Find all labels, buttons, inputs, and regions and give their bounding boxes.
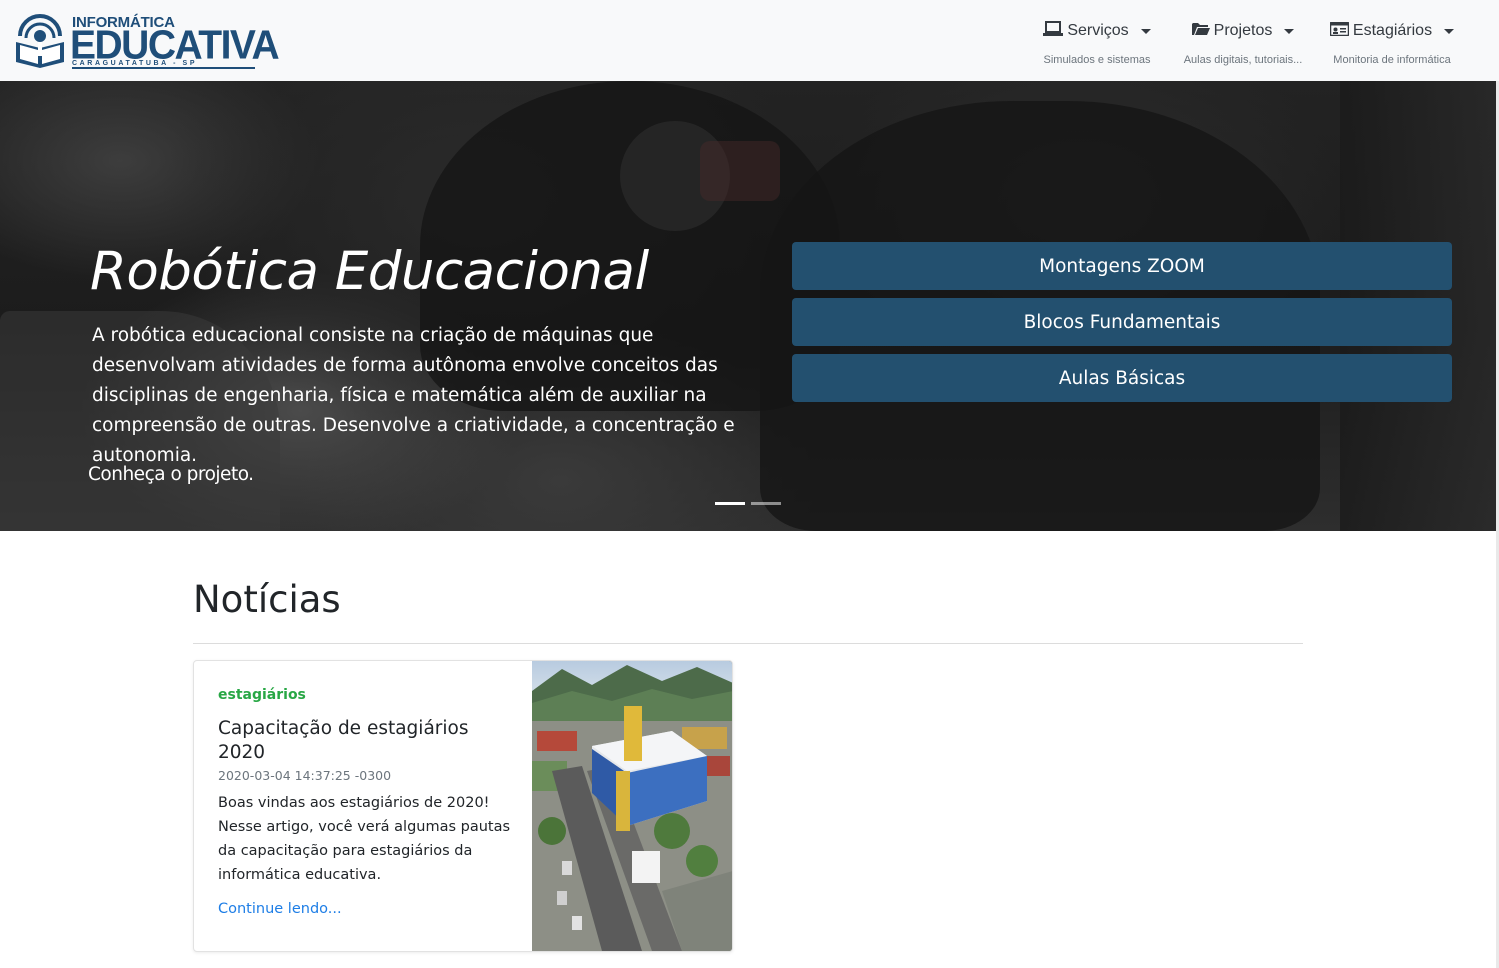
nav-item-estagiarios: Estagiários Monitoria de informática bbox=[1324, 18, 1460, 66]
nav-subtitle-servicos: Simulados e sistemas bbox=[1043, 54, 1151, 66]
nav-label-servicos: Serviços bbox=[1067, 22, 1129, 39]
montagens-zoom-button[interactable]: Montagens ZOOM bbox=[792, 242, 1452, 290]
blocos-fundamentais-button[interactable]: Blocos Fundamentais bbox=[792, 298, 1452, 346]
nav-item-projetos: Projetos Aulas digitais, tutoriais... bbox=[1176, 18, 1310, 66]
news-card-excerpt: Boas vindas aos estagiários de 2020! Nes… bbox=[218, 795, 511, 883]
nav-item-servicos: Serviços Simulados e sistemas bbox=[1038, 18, 1156, 66]
id-card-icon bbox=[1329, 21, 1350, 41]
news-heading: Notícias bbox=[193, 578, 341, 621]
navbar: INFORMÁTICA EDUCATIVA CARAGUATATUBA - SP… bbox=[0, 0, 1499, 81]
nav-subtitle-estagiarios: Monitoria de informática bbox=[1333, 54, 1451, 66]
news-card-body: estagiários Capacitação de estagiários 2… bbox=[218, 687, 518, 917]
news-card-date: 2020-03-04 14:37:25 -0300 bbox=[218, 768, 392, 783]
nav-dropdown-projetos[interactable]: Projetos bbox=[1176, 18, 1310, 44]
logo-sub-text: CARAGUATATUBA - SP bbox=[72, 60, 198, 67]
news-card-image[interactable] bbox=[532, 661, 732, 951]
news-card-category: estagiários bbox=[218, 687, 306, 703]
news-card-title: Capacitação de estagiários 2020 bbox=[218, 718, 469, 763]
aulas-basicas-button[interactable]: Aulas Básicas bbox=[792, 354, 1452, 402]
carousel-indicator-2[interactable] bbox=[751, 502, 781, 505]
continue-reading-link[interactable]: Continue lendo... bbox=[218, 901, 342, 917]
laptop-icon bbox=[1043, 20, 1064, 42]
caret-down-icon bbox=[1444, 28, 1455, 34]
nav-dropdown-estagiarios[interactable]: Estagiários bbox=[1324, 18, 1460, 44]
carousel-indicator-1[interactable] bbox=[715, 502, 745, 505]
logo-underline bbox=[72, 67, 255, 69]
nav-dropdown-servicos[interactable]: Serviços bbox=[1038, 18, 1156, 44]
caret-down-icon bbox=[1284, 28, 1295, 34]
hero-description: A robótica educacional consiste na criaç… bbox=[92, 325, 735, 466]
nav-label-estagiarios: Estagiários bbox=[1352, 22, 1433, 39]
site-logo[interactable]: INFORMÁTICA EDUCATIVA CARAGUATATUBA - SP bbox=[12, 10, 280, 70]
nav-subtitle-projetos: Aulas digitais, tutoriais... bbox=[1183, 54, 1303, 66]
news-divider bbox=[193, 643, 1303, 644]
hero-title: Robótica Educacional bbox=[90, 241, 649, 302]
logo-wordmark: INFORMÁTICA EDUCATIVA CARAGUATATUBA - SP bbox=[70, 10, 280, 70]
caret-down-icon bbox=[1140, 28, 1151, 34]
nav-label-projetos: Projetos bbox=[1213, 22, 1273, 39]
logo-emblem-icon bbox=[12, 12, 68, 68]
hero-background-shape bbox=[700, 141, 780, 201]
folder-open-icon bbox=[1191, 22, 1210, 41]
news-card: estagiários Capacitação de estagiários 2… bbox=[193, 660, 733, 952]
hero-cta-link[interactable]: Conheça o projeto. bbox=[88, 464, 254, 485]
hero-carousel: Robótica Educacional A robótica educacio… bbox=[0, 81, 1499, 531]
